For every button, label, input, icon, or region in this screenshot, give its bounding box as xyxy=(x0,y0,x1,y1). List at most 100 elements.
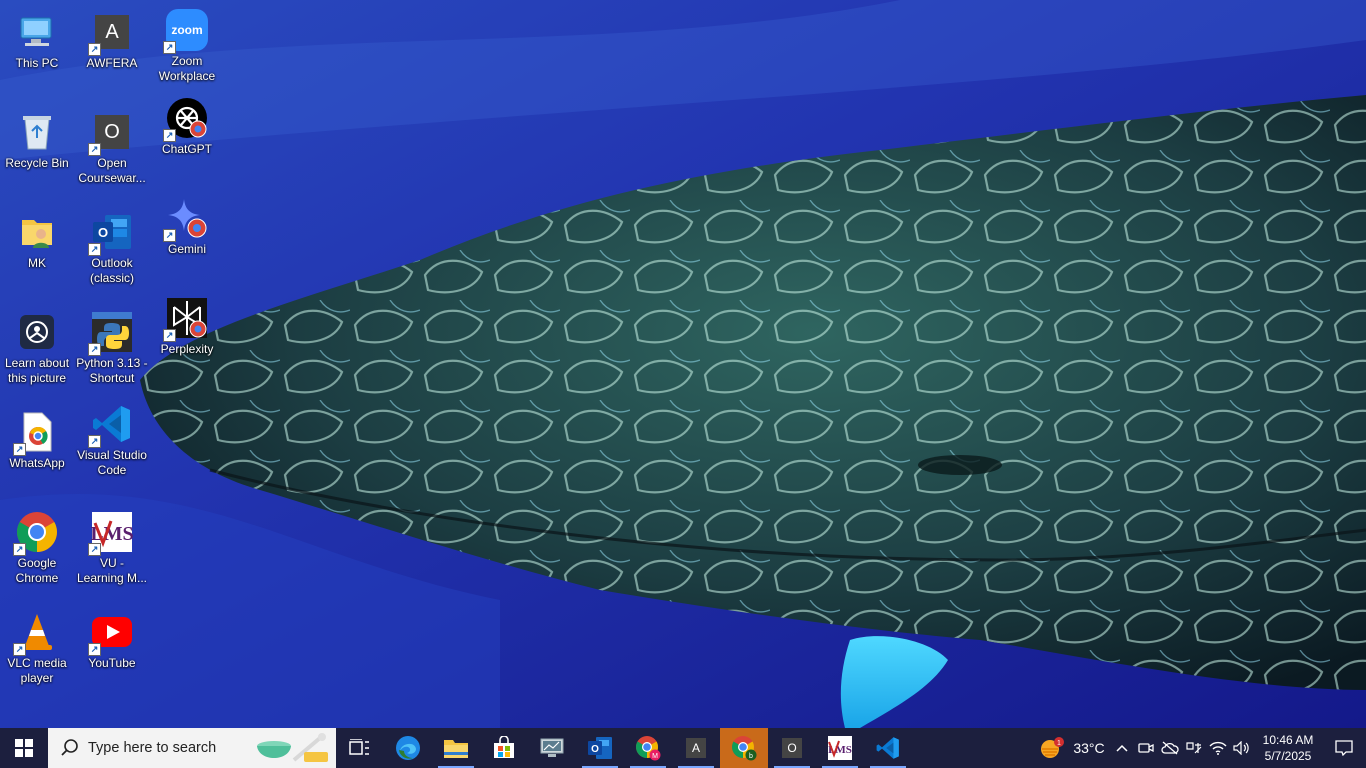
shortcut-arrow-icon: ↗ xyxy=(13,443,26,456)
windows-logo-icon xyxy=(15,739,33,757)
desktop-icon-label: VU - Learning M... xyxy=(76,556,148,585)
taskbar-edge[interactable] xyxy=(384,728,432,768)
desktop-icon-python[interactable]: ↗ Python 3.13 - Shortcut xyxy=(75,304,149,386)
desktop-icon-label: Open Coursewar... xyxy=(78,156,146,185)
profile-badge: M xyxy=(652,753,658,760)
taskbar-outlook[interactable]: O xyxy=(576,728,624,768)
search-icon xyxy=(61,739,78,756)
show-hidden-icons-button[interactable] xyxy=(1110,728,1134,768)
shortcut-arrow-icon: ↗ xyxy=(88,343,101,356)
computer-icon xyxy=(15,10,59,54)
perplexity-icon: ↗ xyxy=(163,296,209,342)
desktop-icon-label: AWFERA xyxy=(86,56,138,70)
shortcut-arrow-icon: ↗ xyxy=(13,543,26,556)
vscode-icon xyxy=(876,737,899,759)
open-courseware-icon: O ↗ xyxy=(88,110,134,156)
desktop-icon-label: YouTube xyxy=(88,656,136,670)
desktop-icon-youtube[interactable]: ↗ YouTube xyxy=(75,604,149,671)
outlook-icon: O ↗ xyxy=(88,210,134,256)
desktop-icon-label: Perplexity xyxy=(160,342,214,356)
taskbar-open-courseware[interactable]: O xyxy=(768,728,816,768)
taskbar-vscode[interactable] xyxy=(864,728,912,768)
taskbar-file-explorer[interactable] xyxy=(432,728,480,768)
notification-icon xyxy=(1335,740,1353,756)
start-button[interactable] xyxy=(0,728,48,768)
weather-sun-icon: 1 xyxy=(1041,737,1065,758)
store-icon xyxy=(494,736,514,758)
desktop-icon-awfera[interactable]: A ↗ AWFERA xyxy=(75,4,149,71)
search-highlight-art-icon xyxy=(257,733,328,762)
desktop-icon-outlook[interactable]: O ↗ Outlook (classic) xyxy=(75,204,149,286)
tray-meet-now[interactable] xyxy=(1134,728,1158,768)
desktop-icon-vu-lms[interactable]: LMS ↗ VU - Learning M... xyxy=(75,504,149,586)
desktop-icon-whatsapp[interactable]: ↗ WhatsApp xyxy=(0,404,74,471)
svg-text:O: O xyxy=(591,744,599,755)
notification-center-button[interactable] xyxy=(1322,728,1366,768)
speaker-icon xyxy=(1233,741,1249,755)
desktop-icon-mk[interactable]: MK xyxy=(0,204,74,271)
shortcut-arrow-icon: ↗ xyxy=(88,143,101,156)
desktop-icon-label: This PC xyxy=(15,56,59,70)
desktop-icon-label: Recycle Bin xyxy=(5,156,69,170)
profile-badge: b xyxy=(749,753,753,760)
desktop-icon-label: Zoom Workplace xyxy=(158,54,216,83)
taskbar-vu-lms[interactable]: LMS xyxy=(816,728,864,768)
desktop-icon-gemini[interactable]: ↗ Gemini xyxy=(150,190,224,257)
learn-picture-icon xyxy=(15,310,59,354)
desktop-icon-google-chrome[interactable]: ↗ Google Chrome xyxy=(0,504,74,586)
desktop-icon-recycle-bin[interactable]: Recycle Bin xyxy=(0,104,74,171)
taskbar-task-view[interactable] xyxy=(336,728,384,768)
weather-alert-badge: 1 xyxy=(1057,740,1061,747)
taskbar-awfera[interactable]: A xyxy=(672,728,720,768)
taskbar-remote-desktop[interactable] xyxy=(528,728,576,768)
cloud-offline-icon xyxy=(1161,741,1179,755)
shortcut-arrow-icon: ↗ xyxy=(88,435,101,448)
desktop-icon-chatgpt[interactable]: ↗ ChatGPT xyxy=(150,90,224,157)
shortcut-arrow-icon: ↗ xyxy=(163,229,176,242)
shortcut-arrow-icon: ↗ xyxy=(88,543,101,556)
shortcut-arrow-icon: ↗ xyxy=(163,129,176,142)
system-tray: 1 33°C 10:46 AM 5/7/2025 xyxy=(1034,728,1366,768)
clock-time: 10:46 AM xyxy=(1262,733,1314,747)
taskbar-search-box[interactable]: Type here to search xyxy=(48,728,336,768)
youtube-icon: ↗ xyxy=(88,610,134,656)
taskbar-chrome-profile-m[interactable]: M xyxy=(624,728,672,768)
tray-input-indicator[interactable] xyxy=(1182,728,1206,768)
weather-temperature: 33°C xyxy=(1073,740,1105,756)
desktop-icon-vscode[interactable]: ↗ Visual Studio Code xyxy=(75,396,149,478)
tray-volume[interactable] xyxy=(1230,728,1254,768)
shortcut-arrow-icon: ↗ xyxy=(88,43,101,56)
taskbar-microsoft-store[interactable] xyxy=(480,728,528,768)
chatgpt-icon: ↗ xyxy=(163,96,209,142)
vlc-cone-icon: ↗ xyxy=(13,610,59,656)
edge-icon xyxy=(396,736,420,760)
shortcut-arrow-icon: ↗ xyxy=(88,243,101,256)
keyboard-language-icon xyxy=(1186,742,1202,754)
gemini-icon: ↗ xyxy=(163,196,209,242)
desktop-icon-open-courseware[interactable]: O ↗ Open Coursewar... xyxy=(75,104,149,186)
taskbar-chrome-profile-b[interactable]: b xyxy=(720,728,768,768)
desktop-icon-this-pc[interactable]: This PC xyxy=(0,4,74,71)
taskbar-clock[interactable]: 10:46 AM 5/7/2025 xyxy=(1254,728,1322,768)
desktop-icon-label: Outlook (classic) xyxy=(90,256,134,285)
whatsapp-file-icon: ↗ xyxy=(13,410,59,456)
camera-icon xyxy=(1138,743,1154,753)
chrome-icon: M xyxy=(636,736,661,761)
desktop-icon-label: Python 3.13 - Shortcut xyxy=(76,356,148,385)
shortcut-arrow-icon: ↗ xyxy=(163,329,176,342)
wifi-icon xyxy=(1209,741,1227,755)
tray-onedrive[interactable] xyxy=(1158,728,1182,768)
awfera-icon: A ↗ xyxy=(88,10,134,56)
chrome-icon: b xyxy=(732,736,757,761)
desktop-icon-label: Gemini xyxy=(167,242,206,256)
user-folder-icon xyxy=(15,210,59,254)
desktop-icon-learn-about-picture[interactable]: Learn about this picture xyxy=(0,304,74,386)
desktop-icon-zoom[interactable]: zoom ↗ Zoom Workplace xyxy=(150,2,224,84)
desktop-icon-label: VLC media player xyxy=(7,656,67,685)
weather-widget[interactable]: 1 33°C xyxy=(1034,728,1110,768)
clock-date: 5/7/2025 xyxy=(1264,749,1312,763)
desktop-icon-vlc[interactable]: ↗ VLC media player xyxy=(0,604,74,686)
open-courseware-icon: O xyxy=(782,738,802,758)
desktop-icon-perplexity[interactable]: ↗ Perplexity xyxy=(150,290,224,357)
tray-wifi[interactable] xyxy=(1206,728,1230,768)
